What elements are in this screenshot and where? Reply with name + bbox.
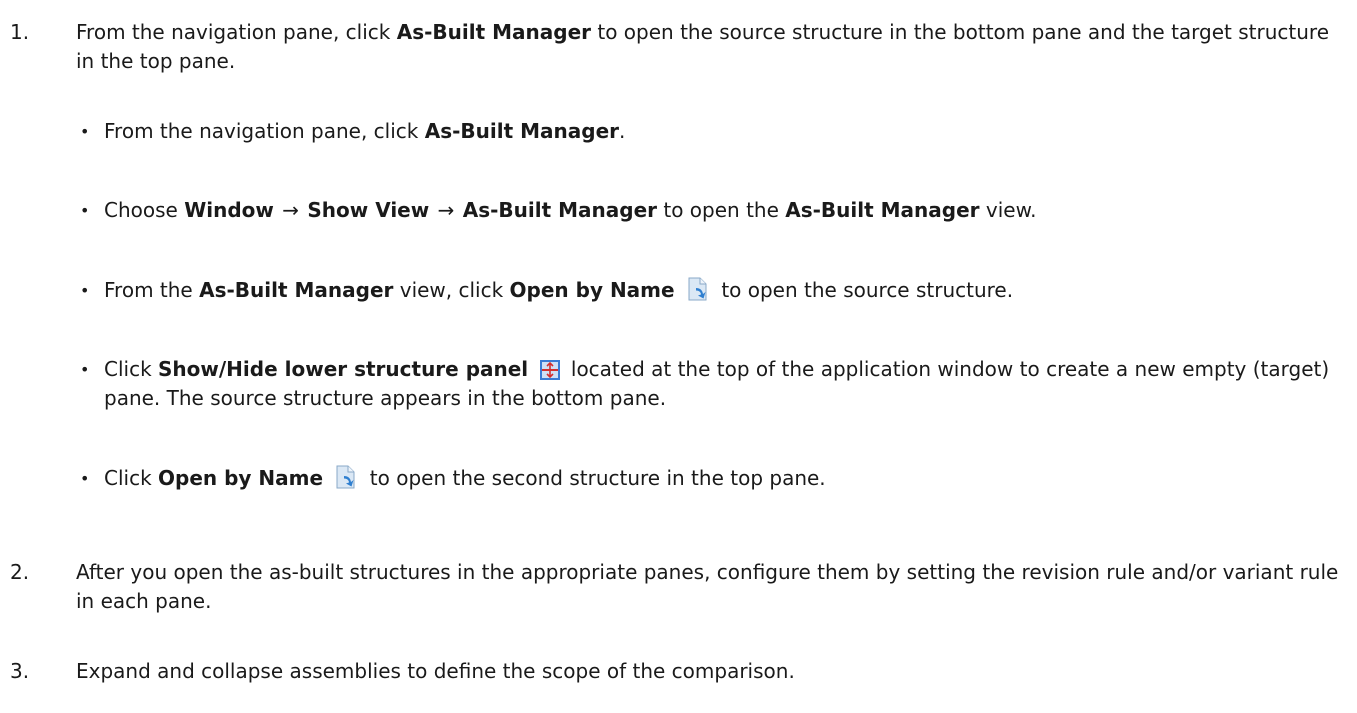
ui-term: As-Built Manager — [424, 119, 620, 143]
open-by-name-icon — [333, 464, 359, 490]
text-run: Click — [104, 466, 159, 490]
arrow-glyph: → — [437, 198, 455, 222]
bullet-glyph: • — [80, 281, 90, 300]
text-run: Click — [104, 357, 159, 381]
arrow-glyph: → — [282, 198, 300, 222]
ui-term: As-Built Manager — [785, 198, 980, 222]
ui-term: Open by Name — [509, 278, 675, 302]
text-run: From the — [104, 278, 200, 302]
ui-term: Window — [184, 198, 274, 222]
text-run: view. — [979, 198, 1037, 222]
step-text: From the navigation pane, click As-Built… — [76, 18, 1347, 76]
step-number: 1. — [10, 20, 30, 44]
text-run: to open the — [657, 198, 786, 222]
ui-term: As-Built Manager — [462, 198, 657, 222]
ui-term: Open by Name — [158, 466, 324, 490]
open-by-name-icon — [685, 276, 711, 302]
bullet-glyph: • — [80, 360, 90, 379]
text-run: Choose — [104, 198, 185, 222]
document: 1. From the navigation pane, click As-Bu… — [0, 0, 1357, 713]
step-text: After you open the as-built structures i… — [76, 560, 1339, 613]
ui-term: Show View — [307, 198, 430, 222]
show-hide-lower-panel-icon — [539, 359, 561, 381]
step-number: 3. — [10, 659, 30, 683]
text-run: to open the second structure in the top … — [369, 466, 826, 490]
bullet-glyph: • — [80, 122, 90, 141]
bullet-text: From the navigation pane, click As-Built… — [104, 117, 1350, 146]
bullet-text: Choose Window → Show View → As-Built Man… — [104, 196, 1350, 225]
bullet-glyph: • — [80, 469, 90, 488]
ui-term: Show/Hide lower structure panel — [158, 357, 529, 381]
bullet-text: Click Open by Name to open the second st… — [104, 464, 1350, 493]
bullet-glyph: • — [80, 201, 90, 220]
text-run: . — [619, 119, 626, 143]
text-run: view, click — [393, 278, 510, 302]
bullet-text: Click Show/Hide lower structure panel lo… — [104, 355, 1350, 413]
text-run: From the navigation pane, click — [76, 20, 397, 44]
text-run: to open the source structure. — [721, 278, 1014, 302]
ui-term: As-Built Manager — [396, 20, 592, 44]
step-text: Expand and collapse assemblies to define… — [76, 659, 795, 683]
bullet-text: From the As-Built Manager view, click Op… — [104, 276, 1350, 305]
ui-term: As-Built Manager — [199, 278, 394, 302]
step-number: 2. — [10, 560, 30, 584]
text-run: From the navigation pane, click — [104, 119, 425, 143]
